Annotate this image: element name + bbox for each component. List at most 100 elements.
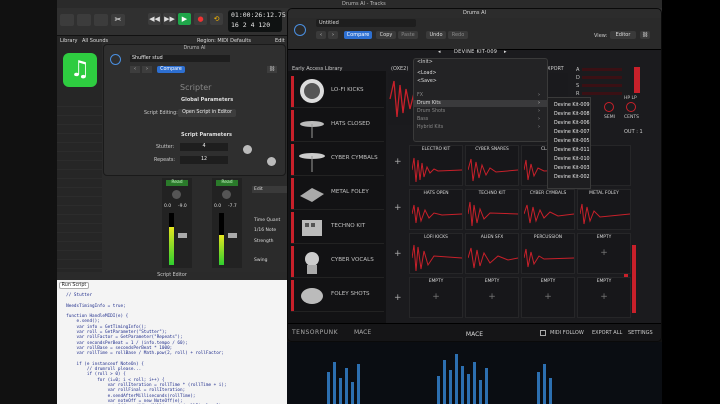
- pad-9[interactable]: LOFI KICKS: [409, 233, 463, 274]
- inspector-toggle-button[interactable]: [77, 14, 91, 26]
- category-techno-kit[interactable]: TECHNO KIT: [291, 211, 384, 244]
- pan-knob-1[interactable]: [172, 190, 181, 199]
- category-metal-foley[interactable]: METAL FOLEY: [291, 177, 384, 210]
- cycle-button[interactable]: ⟲: [210, 13, 223, 25]
- release-slider[interactable]: [582, 92, 622, 95]
- submenu-item[interactable]: Devine Kit-010: [554, 155, 590, 164]
- stutter-knob[interactable]: [243, 145, 252, 154]
- kit-name[interactable]: DEVINE KIT-009: [454, 49, 497, 55]
- library-toggle-button[interactable]: [60, 14, 74, 26]
- repeats-knob[interactable]: [267, 157, 276, 166]
- pad-8[interactable]: METAL FOLEY: [577, 189, 631, 230]
- menu-item-drum-kits[interactable]: Drum Kits: [414, 100, 547, 107]
- edit-tab[interactable]: Edit: [252, 186, 288, 193]
- pad-11[interactable]: PERCUSSION: [521, 233, 575, 274]
- paste-button[interactable]: Paste: [398, 31, 418, 39]
- volume-fader-2[interactable]: [228, 233, 237, 238]
- plugin-preset-dropdown[interactable]: Untitled: [316, 19, 416, 27]
- output-select[interactable]: OUT : 1: [624, 129, 643, 135]
- power-icon[interactable]: [110, 54, 121, 65]
- cents-knob[interactable]: [626, 102, 636, 112]
- menu-item-bass[interactable]: Bass: [414, 116, 547, 123]
- pad-15[interactable]: EMPTY +: [521, 277, 575, 318]
- compare-button[interactable]: Compare: [157, 66, 185, 73]
- submenu-item[interactable]: Devine Kit-006: [554, 119, 590, 128]
- record-button[interactable]: ●: [194, 13, 207, 25]
- plugin-toolbar: Untitled ‹ › Compare Copy Paste Undo Red…: [288, 18, 661, 50]
- music-note-icon[interactable]: ♫: [63, 53, 97, 87]
- plugin-prev-button[interactable]: ‹: [316, 31, 326, 39]
- pad-2[interactable]: CYBER SNARES: [465, 145, 519, 186]
- preset-dropdown[interactable]: Shuffler stud: [130, 55, 230, 62]
- undo-button[interactable]: Undo: [426, 31, 446, 39]
- category-lofi-kicks[interactable]: LO-FI KICKS: [291, 75, 384, 108]
- redo-button[interactable]: Redo: [448, 31, 468, 39]
- pan-knob-2[interactable]: [222, 190, 231, 199]
- scissors-icon[interactable]: ✂: [111, 14, 125, 26]
- add-row-4[interactable]: +: [394, 293, 402, 303]
- scripter-title: Drums AI: [183, 46, 206, 51]
- next-preset-button[interactable]: ›: [142, 66, 152, 73]
- volume-fader-1[interactable]: [178, 233, 187, 238]
- play-button[interactable]: ▶: [178, 13, 191, 25]
- submenu-item[interactable]: Devine Kit-007: [554, 128, 590, 137]
- pad-7[interactable]: CYBER CYMBALS: [521, 189, 575, 230]
- menu-item-hybrid-kits[interactable]: Hybrid Kits: [414, 124, 547, 131]
- view-dropdown[interactable]: Editor: [610, 31, 636, 39]
- script-code[interactable]: // Stutter NeedsTimingInfo = true; funct…: [61, 293, 226, 404]
- open-script-button[interactable]: Open Script in Editor: [178, 109, 236, 117]
- pad-6[interactable]: TECHNO KIT: [465, 189, 519, 230]
- link-icon[interactable]: ⛓: [267, 66, 277, 73]
- pad-12[interactable]: EMPTY +: [577, 233, 631, 274]
- repeats-field[interactable]: 12: [180, 156, 228, 164]
- category-cyber-cymbals[interactable]: CYBER CYMBALS: [291, 143, 384, 176]
- automation-read-1[interactable]: Read: [166, 180, 188, 186]
- global-params-heading: Global Parameters: [181, 97, 234, 103]
- menu-item-fx[interactable]: FX: [414, 92, 547, 99]
- submenu-item[interactable]: Devine Kit-003: [554, 164, 590, 173]
- menu-item-init[interactable]: <Init>: [414, 59, 547, 66]
- lcd-display[interactable]: 01:00:26:12.75 16 2 4 120: [228, 10, 286, 32]
- pad-13[interactable]: EMPTY +: [409, 277, 463, 318]
- library-label: Library: [60, 38, 78, 44]
- semi-knob[interactable]: [604, 102, 614, 112]
- stutter-field[interactable]: 4: [180, 143, 228, 151]
- submenu-item[interactable]: Devine Kit-002: [554, 173, 590, 182]
- pad-16[interactable]: EMPTY +: [577, 277, 631, 318]
- kit-next-arrow[interactable]: ▸: [504, 49, 507, 55]
- prev-preset-button[interactable]: ‹: [130, 66, 140, 73]
- category-foley-shots[interactable]: FOLEY SHOTS: [291, 279, 384, 312]
- pad-14[interactable]: EMPTY +: [465, 277, 519, 318]
- copy-button[interactable]: Copy: [376, 31, 396, 39]
- plugin-power-icon[interactable]: [294, 24, 306, 36]
- rewind-button[interactable]: ◀◀: [148, 13, 161, 25]
- kit-prev-arrow[interactable]: ◂: [438, 49, 441, 55]
- menu-item-save[interactable]: <Save>: [414, 78, 547, 85]
- submenu-item[interactable]: Devine Kit-011: [554, 146, 590, 155]
- menu-item-drum-shots[interactable]: Drum Shots: [414, 108, 547, 115]
- automation-read-2[interactable]: Read: [216, 180, 238, 186]
- add-row-1[interactable]: +: [394, 157, 402, 167]
- submenu-item[interactable]: Devine Kit-008: [554, 110, 590, 119]
- note-quant-value[interactable]: 1/16 Note: [254, 228, 276, 233]
- pad-5[interactable]: HATS OPEN: [409, 189, 463, 230]
- add-row-3[interactable]: +: [394, 249, 402, 259]
- all-sounds-dropdown[interactable]: All Sounds: [82, 38, 108, 44]
- sustain-slider[interactable]: [582, 84, 622, 87]
- forward-button[interactable]: ▶▶: [163, 13, 176, 25]
- add-row-2[interactable]: +: [394, 203, 402, 213]
- category-hats-closed[interactable]: HATS CLOSED: [291, 109, 384, 142]
- plugin-next-button[interactable]: ›: [328, 31, 338, 39]
- pad-1[interactable]: ELECTRO KIT: [409, 145, 463, 186]
- pad-10[interactable]: ALIEN SFX: [465, 233, 519, 274]
- submenu-item[interactable]: Devine Kit-005: [554, 137, 590, 146]
- menu-item-load[interactable]: <Load>: [414, 70, 547, 77]
- decay-slider[interactable]: [582, 76, 622, 79]
- plugin-compare-button[interactable]: Compare: [344, 31, 372, 39]
- run-script-button[interactable]: Run Script: [59, 282, 89, 289]
- submenu-item[interactable]: Devine Kit-009: [554, 101, 590, 110]
- attack-slider[interactable]: [582, 68, 622, 71]
- help-button[interactable]: [94, 14, 108, 26]
- category-cyber-vocals[interactable]: CYBER VOCALS: [291, 245, 384, 278]
- plugin-link-icon[interactable]: ⛓: [640, 31, 650, 39]
